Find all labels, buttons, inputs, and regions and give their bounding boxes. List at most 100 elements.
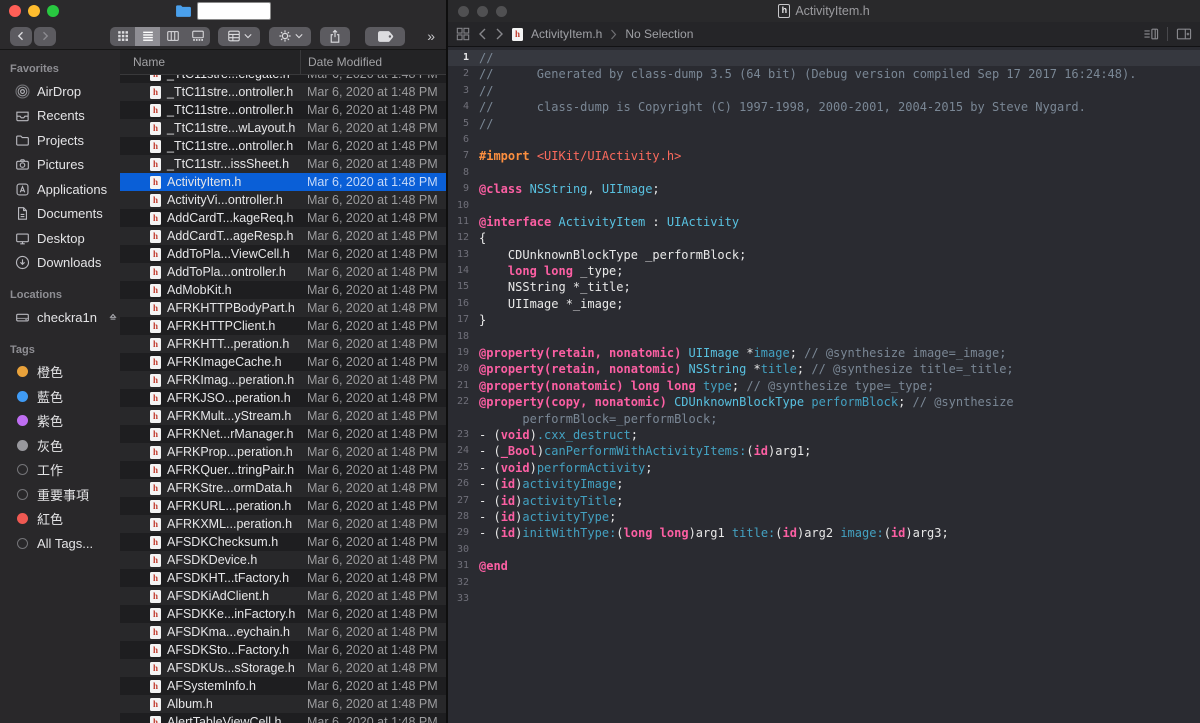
line-number: 10	[448, 198, 479, 214]
zoom-button[interactable]	[47, 5, 59, 17]
back-button[interactable]	[10, 27, 32, 46]
close-button[interactable]	[9, 5, 21, 17]
table-row[interactable]: h_TtC11stre...ontroller.hMar 6, 2020 at …	[120, 101, 446, 119]
sidebar-item-label: Desktop	[37, 231, 85, 246]
close-button[interactable]	[458, 6, 469, 17]
table-row[interactable]: hAFRKHTTPClient.hMar 6, 2020 at 1:48 PM	[120, 317, 446, 335]
sidebar-item-label: Recents	[37, 108, 85, 123]
add-editor-icon[interactable]	[1176, 27, 1192, 41]
sidebar-item--[interactable]: 紫色	[0, 409, 120, 434]
jump-back-button[interactable]	[478, 28, 487, 40]
editor-options-icon[interactable]	[1143, 27, 1159, 41]
table-row[interactable]: h_TtC11stre...ontroller.hMar 6, 2020 at …	[120, 83, 446, 101]
related-items-icon[interactable]	[456, 27, 470, 41]
sidebar-item-airdrop[interactable]: AirDrop	[0, 79, 120, 104]
sidebar-item--[interactable]: 橙色	[0, 360, 120, 385]
table-row[interactable]: hAFSystemInfo.hMar 6, 2020 at 1:48 PM	[120, 677, 446, 695]
table-row[interactable]: hAFSDKSto...Factory.hMar 6, 2020 at 1:48…	[120, 641, 446, 659]
table-row[interactable]: hAddCardT...kageReq.hMar 6, 2020 at 1:48…	[120, 209, 446, 227]
group-by-button[interactable]	[218, 27, 260, 46]
code-line: 29- (id)initWithType:(long long)arg1 tit…	[448, 525, 1200, 541]
minimize-button[interactable]	[28, 5, 40, 17]
sidebar-item-projects[interactable]: Projects	[0, 128, 120, 153]
code-line: 13 CDUnknownBlockType _performBlock;	[448, 247, 1200, 263]
column-header-date-modified[interactable]: Date Modified	[300, 50, 446, 74]
header-file-icon: h	[150, 86, 161, 99]
table-row[interactable]: hAFSDKma...eychain.hMar 6, 2020 at 1:48 …	[120, 623, 446, 641]
sidebar-item-pictures[interactable]: Pictures	[0, 153, 120, 178]
table-row[interactable]: hAFRKHTTPBodyPart.hMar 6, 2020 at 1:48 P…	[120, 299, 446, 317]
sidebar-item-downloads[interactable]: Downloads	[0, 251, 120, 276]
table-row[interactable]: hAlbum.hMar 6, 2020 at 1:48 PM	[120, 695, 446, 713]
table-row[interactable]: hAddToPla...ViewCell.hMar 6, 2020 at 1:4…	[120, 245, 446, 263]
zoom-button[interactable]	[496, 6, 507, 17]
table-row[interactable]: hAFSDKDevice.hMar 6, 2020 at 1:48 PM	[120, 551, 446, 569]
sidebar-item-documents[interactable]: Documents	[0, 202, 120, 227]
sidebar-item--[interactable]: 灰色	[0, 433, 120, 458]
table-row[interactable]: hActivityVi...ontroller.hMar 6, 2020 at …	[120, 191, 446, 209]
sidebar-item-label: 橙色	[37, 362, 63, 381]
code-line: 33	[448, 591, 1200, 607]
code-line: 1//	[448, 50, 1200, 66]
sidebar-item--[interactable]: 紅色	[0, 507, 120, 532]
table-row[interactable]: hAdMobKit.hMar 6, 2020 at 1:48 PM	[120, 281, 446, 299]
table-row[interactable]: h_TtC11stre...wLayout.hMar 6, 2020 at 1:…	[120, 119, 446, 137]
toolbar-overflow-button[interactable]: »	[427, 28, 436, 44]
header-file-icon: h	[150, 608, 161, 621]
file-name: ActivityVi...ontroller.h	[167, 193, 283, 207]
table-row[interactable]: h_TtC11str...issSheet.hMar 6, 2020 at 1:…	[120, 155, 446, 173]
sidebar-item--[interactable]: 重要事項	[0, 482, 120, 507]
table-row[interactable]: hAFRKXML...peration.hMar 6, 2020 at 1:48…	[120, 515, 446, 533]
header-file-icon: h	[150, 554, 161, 567]
table-row[interactable]: hActivityItem.hMar 6, 2020 at 1:48 PM	[120, 173, 446, 191]
icon-view-button[interactable]	[110, 27, 135, 46]
sidebar-item--[interactable]: 藍色	[0, 384, 120, 409]
line-number: 14	[448, 263, 479, 279]
list-view-button[interactable]	[135, 27, 160, 46]
table-row[interactable]: hAFSDKiAdClient.hMar 6, 2020 at 1:48 PM	[120, 587, 446, 605]
tag-button[interactable]	[365, 27, 405, 46]
table-row[interactable]: hAddCardT...ageResp.hMar 6, 2020 at 1:48…	[120, 227, 446, 245]
jump-forward-button[interactable]	[495, 28, 504, 40]
column-view-button[interactable]	[160, 27, 185, 46]
breadcrumb-selection[interactable]: No Selection	[625, 27, 693, 41]
sidebar-item-recents[interactable]: Recents	[0, 104, 120, 129]
table-row[interactable]: hAlertTableViewCell.hMar 6, 2020 at 1:48…	[120, 713, 446, 723]
gallery-view-button[interactable]	[185, 27, 210, 46]
table-row[interactable]: hAFRKHTT...peration.hMar 6, 2020 at 1:48…	[120, 335, 446, 353]
table-row[interactable]: hAFSDKUs...sStorage.hMar 6, 2020 at 1:48…	[120, 659, 446, 677]
sidebar-item-applications[interactable]: Applications	[0, 177, 120, 202]
table-row[interactable]: hAFSDKHT...tFactory.hMar 6, 2020 at 1:48…	[120, 569, 446, 587]
file-name: AFRKXML...peration.h	[167, 517, 292, 531]
code-editor[interactable]: 1//2// Generated by class-dump 3.5 (64 b…	[448, 47, 1200, 723]
column-header-name[interactable]: Name	[120, 55, 300, 69]
table-row[interactable]: hAFRKJSO...peration.hMar 6, 2020 at 1:48…	[120, 389, 446, 407]
folder-icon	[175, 4, 192, 18]
table-row[interactable]: hAFRKMult...yStream.hMar 6, 2020 at 1:48…	[120, 407, 446, 425]
table-row[interactable]: hAddToPla...ontroller.hMar 6, 2020 at 1:…	[120, 263, 446, 281]
sidebar-item-all-tags-[interactable]: All Tags...	[0, 531, 120, 556]
table-row[interactable]: hAFSDKKe...inFactory.hMar 6, 2020 at 1:4…	[120, 605, 446, 623]
sidebar-item--[interactable]: 工作	[0, 458, 120, 483]
window-title-field[interactable]	[197, 2, 271, 20]
forward-button[interactable]	[34, 27, 56, 46]
table-row[interactable]: hAFRKQuer...tringPair.hMar 6, 2020 at 1:…	[120, 461, 446, 479]
table-row[interactable]: hAFRKStre...ormData.hMar 6, 2020 at 1:48…	[120, 479, 446, 497]
sidebar-item-label: All Tags...	[37, 536, 93, 551]
header-file-icon: h	[512, 28, 523, 41]
eject-icon[interactable]	[107, 311, 119, 323]
table-row[interactable]: hAFSDKChecksum.hMar 6, 2020 at 1:48 PM	[120, 533, 446, 551]
sidebar-item-desktop[interactable]: Desktop	[0, 226, 120, 251]
table-row[interactable]: hAFRKProp...peration.hMar 6, 2020 at 1:4…	[120, 443, 446, 461]
table-row[interactable]: hAFRKImageCache.hMar 6, 2020 at 1:48 PM	[120, 353, 446, 371]
action-button[interactable]	[269, 27, 311, 46]
file-name: AddCardT...kageReq.h	[167, 211, 293, 225]
table-row[interactable]: hAFRKNet...rManager.hMar 6, 2020 at 1:48…	[120, 425, 446, 443]
minimize-button[interactable]	[477, 6, 488, 17]
table-row[interactable]: hAFRKURL...peration.hMar 6, 2020 at 1:48…	[120, 497, 446, 515]
breadcrumb-file[interactable]: ActivityItem.h	[531, 27, 602, 41]
table-row[interactable]: h_TtC11stre...ontroller.hMar 6, 2020 at …	[120, 137, 446, 155]
sidebar-item-checkra1n[interactable]: checkra1n	[0, 305, 120, 330]
table-row[interactable]: hAFRKImag...peration.hMar 6, 2020 at 1:4…	[120, 371, 446, 389]
share-button[interactable]	[320, 27, 350, 46]
